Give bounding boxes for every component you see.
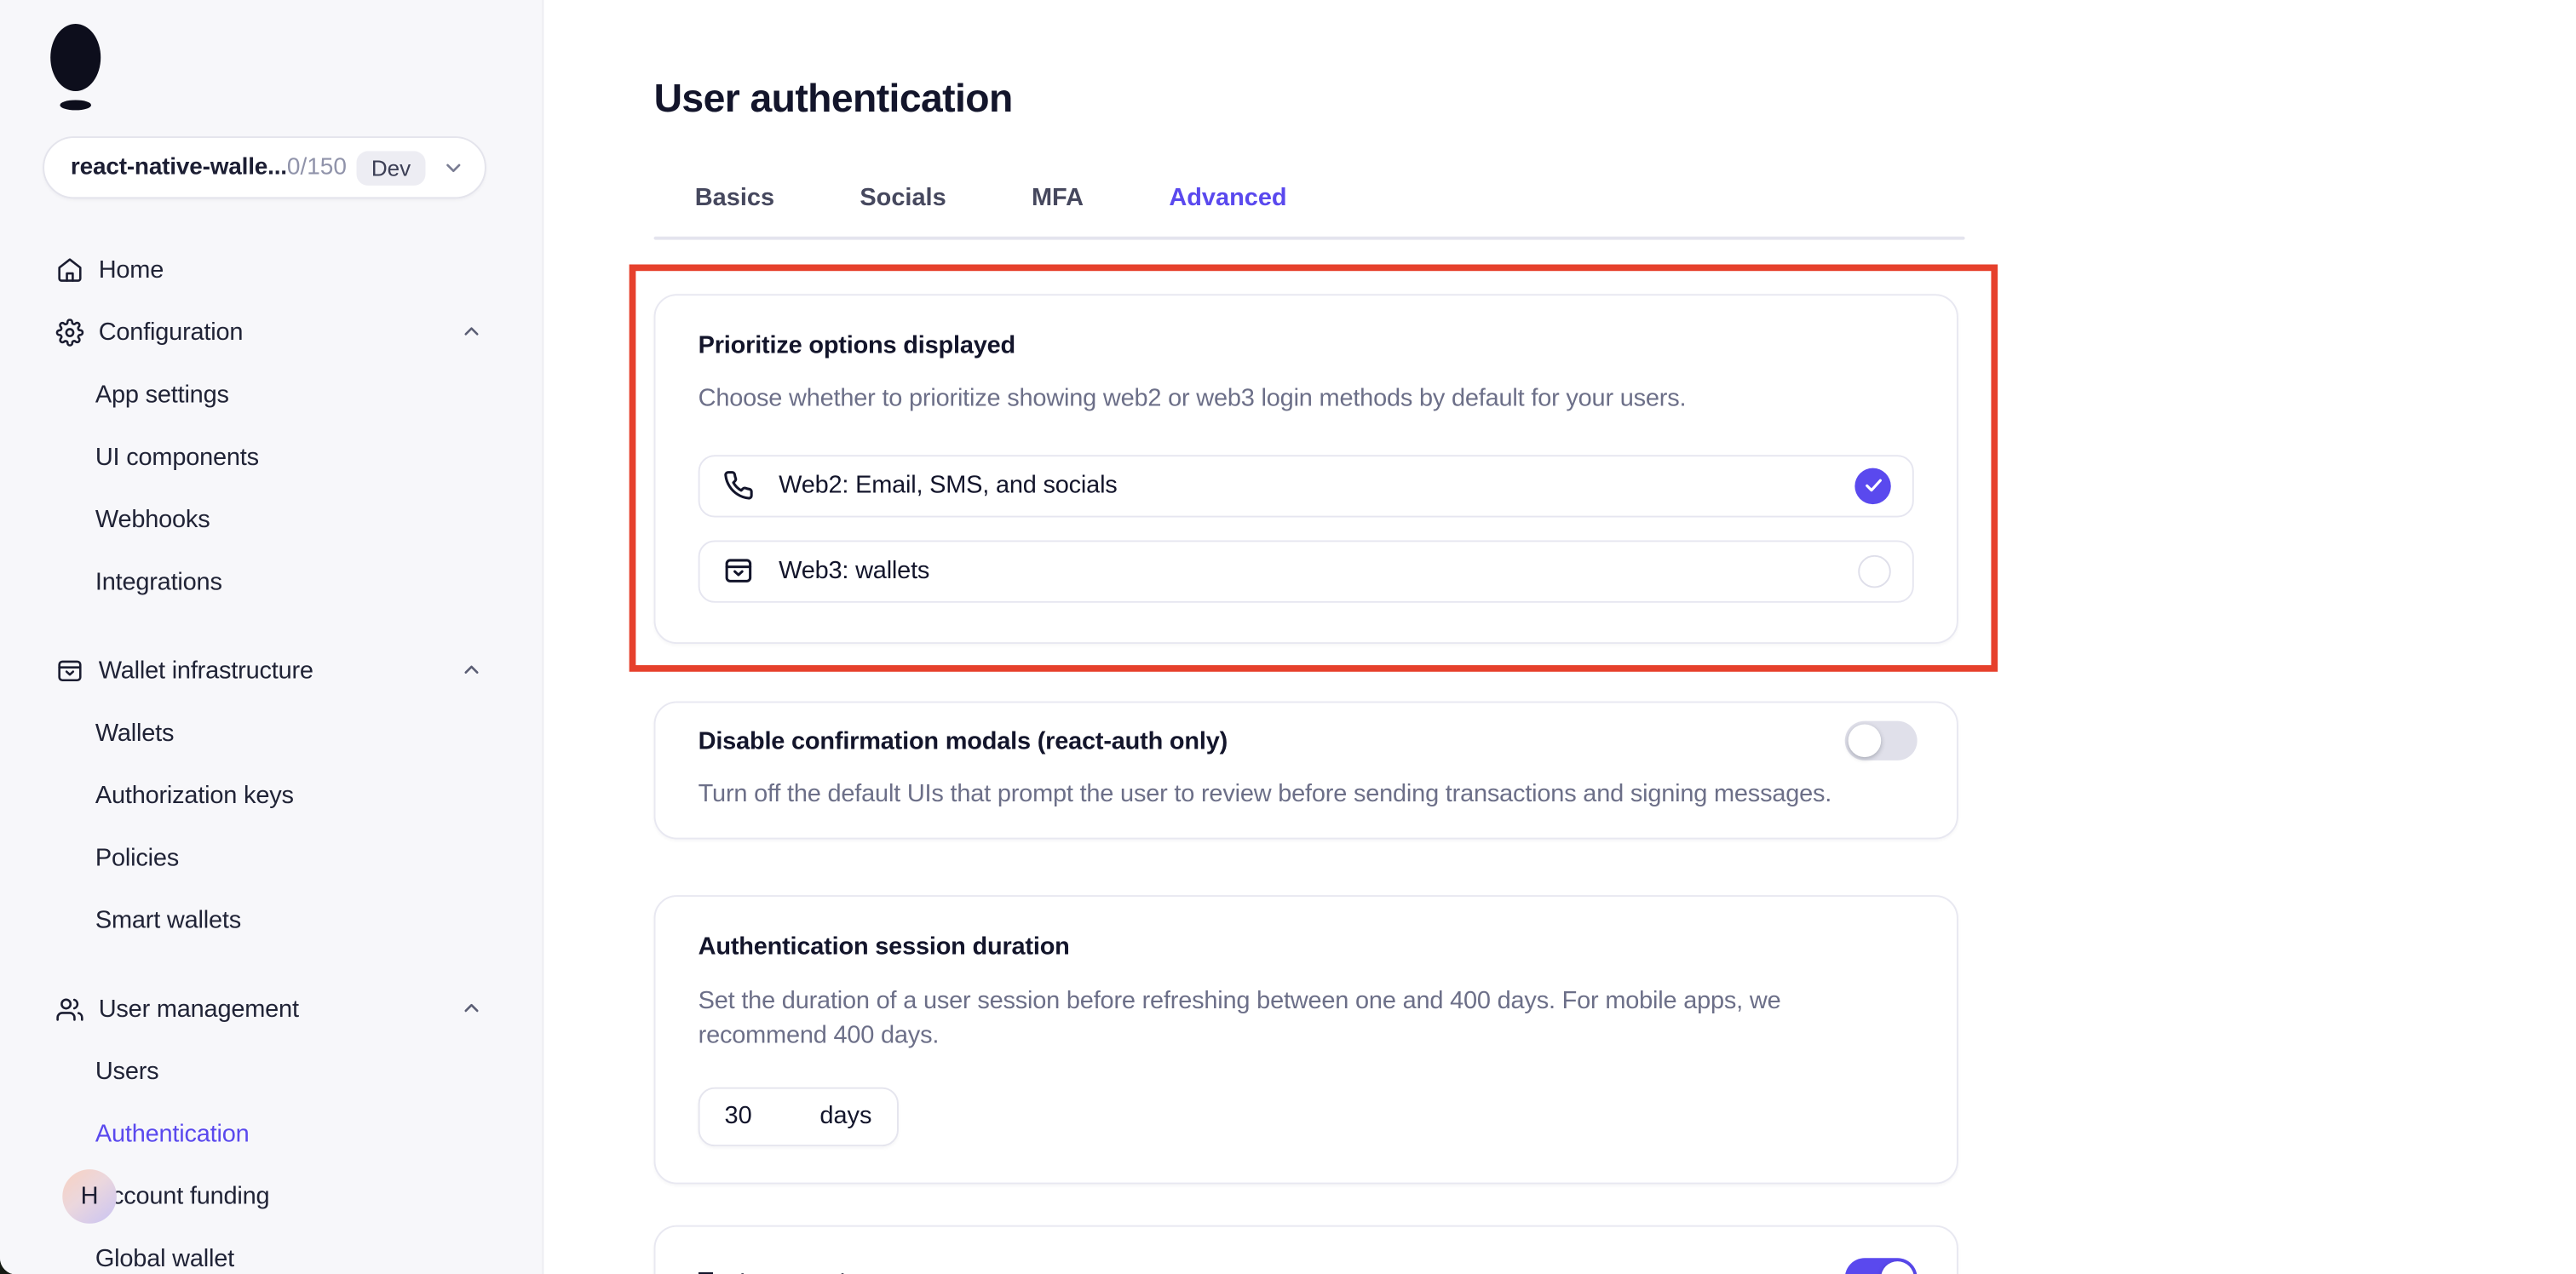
app-window: react-native-walle... 0/150 Dev Home Con… <box>0 0 2576 1274</box>
sidebar-item-label: Home <box>99 255 164 284</box>
unselected-radio[interactable] <box>1858 554 1891 588</box>
chevron-up-icon <box>460 320 483 343</box>
project-usage: 0/150 <box>287 154 347 181</box>
sidebar-item-authorization-keys[interactable]: Authorization keys <box>0 764 542 826</box>
toggle-knob <box>1849 724 1882 757</box>
sidebar-nav: Home Configuration App settings UI compo… <box>0 238 542 1274</box>
env-badge: Dev <box>356 150 425 184</box>
disable-modals-toggle[interactable] <box>1845 720 1918 760</box>
gear-icon <box>56 317 86 347</box>
card-description: Choose whether to prioritize showing web… <box>699 380 1914 414</box>
sidebar-item-users[interactable]: Users <box>0 1040 542 1102</box>
duration-unit: days <box>819 1102 871 1130</box>
prioritize-options-card: Prioritize options displayed Choose whet… <box>654 293 1958 643</box>
option-web2[interactable]: Web2: Email, SMS, and socials <box>699 454 1914 516</box>
sidebar-item-app-settings[interactable]: App settings <box>0 363 542 425</box>
tab-socials[interactable]: Socials <box>860 182 946 215</box>
users-icon <box>56 994 86 1024</box>
main-panel: User authentication Basics Socials MFA A… <box>543 0 2576 1274</box>
project-name: react-native-walle... <box>71 154 287 181</box>
tab-mfa[interactable]: MFA <box>1032 182 1084 215</box>
sidebar: react-native-walle... 0/150 Dev Home Con… <box>0 0 543 1274</box>
chevron-down-icon <box>442 156 465 179</box>
sidebar-item-wallets[interactable]: Wallets <box>0 701 542 763</box>
duration-input[interactable] <box>724 1102 800 1130</box>
card-title: Test accounts <box>699 1267 1918 1274</box>
avatar[interactable]: H <box>62 1169 117 1224</box>
wallet-icon <box>723 555 755 587</box>
sidebar-item-authentication[interactable]: Authentication <box>0 1102 542 1164</box>
option-web3[interactable]: Web3: wallets <box>699 540 1914 602</box>
disable-modals-card: Disable confirmation modals (react-auth … <box>654 701 1958 839</box>
sidebar-item-smart-wallets[interactable]: Smart wallets <box>0 888 542 950</box>
page-title: User authentication <box>654 76 2022 125</box>
tab-advanced[interactable]: Advanced <box>1169 182 1286 215</box>
sidebar-item-webhooks[interactable]: Webhooks <box>0 488 542 550</box>
sidebar-item-label: Configuration <box>99 318 244 346</box>
privy-logo-icon <box>49 23 102 118</box>
tab-basics[interactable]: Basics <box>695 182 774 215</box>
wallet-icon <box>56 655 86 685</box>
test-accounts-toggle[interactable] <box>1845 1257 1918 1274</box>
tab-bar: Basics Socials MFA Advanced <box>654 182 2022 215</box>
project-switcher[interactable]: react-native-walle... 0/150 Dev <box>43 136 486 198</box>
sidebar-item-label: Wallet infrastructure <box>99 656 313 684</box>
card-description: Turn off the default UIs that prompt the… <box>699 776 1918 811</box>
card-description: Set the duration of a user session befor… <box>699 983 1832 1052</box>
card-title: Prioritize options displayed <box>699 331 1914 361</box>
selected-check-icon[interactable] <box>1854 468 1890 503</box>
option-label: Web2: Email, SMS, and socials <box>779 471 1117 499</box>
sidebar-item-home[interactable]: Home <box>0 238 542 301</box>
red-highlight-box: Prioritize options displayed Choose whet… <box>630 264 1998 671</box>
duration-input-group: days <box>699 1087 899 1145</box>
card-title: Disable confirmation modals (react-auth … <box>699 726 1918 756</box>
sidebar-item-label: User management <box>99 995 299 1023</box>
chevron-up-icon <box>460 997 483 1020</box>
sidebar-item-configuration[interactable]: Configuration <box>0 301 542 363</box>
option-label: Web3: wallets <box>779 557 929 585</box>
test-accounts-card: Test accounts <box>654 1225 1958 1274</box>
phone-icon <box>723 470 755 502</box>
card-title: Authentication session duration <box>699 932 1914 961</box>
chevron-up-icon <box>460 658 483 681</box>
tabs-divider <box>654 237 1965 239</box>
session-duration-card: Authentication session duration Set the … <box>654 894 1958 1183</box>
home-icon <box>56 255 86 284</box>
sidebar-item-global-wallet[interactable]: Global wallet <box>0 1227 542 1274</box>
sidebar-item-ui-components[interactable]: UI components <box>0 425 542 487</box>
sidebar-item-policies[interactable]: Policies <box>0 826 542 888</box>
sidebar-item-user-management[interactable]: User management <box>0 977 542 1039</box>
sidebar-item-integrations[interactable]: Integrations <box>0 550 542 612</box>
toggle-knob <box>1881 1260 1914 1274</box>
sidebar-item-wallet-infrastructure[interactable]: Wallet infrastructure <box>0 639 542 701</box>
